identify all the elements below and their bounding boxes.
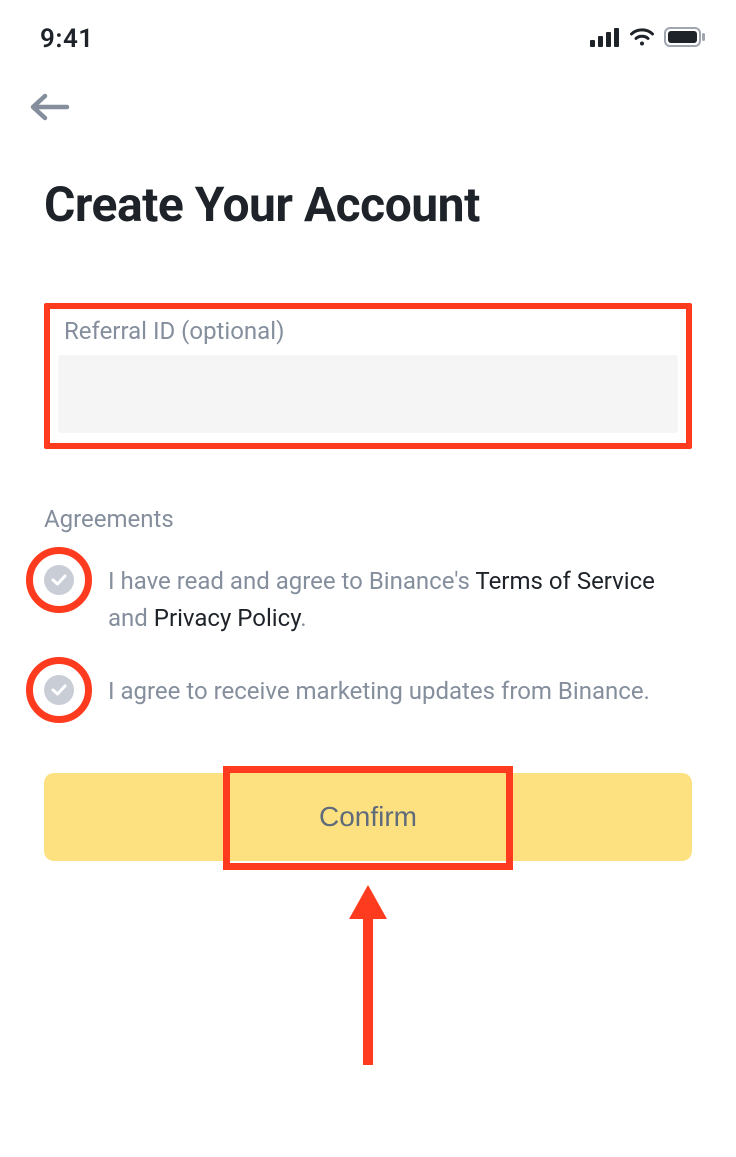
agreement-marketing-checkbox[interactable] [44, 675, 74, 705]
agreement-terms-checkbox[interactable] [44, 565, 74, 595]
privacy-policy-link[interactable]: Privacy Policy [154, 604, 301, 632]
status-icons [590, 27, 706, 51]
confirm-section: Confirm [0, 711, 736, 861]
agreement-terms-suffix: . [300, 604, 306, 632]
page-title: Create Your Account [0, 126, 736, 233]
cellular-icon [590, 27, 620, 51]
status-time: 9:41 [40, 24, 94, 54]
agreement-marketing-text: I agree to receive marketing updates fro… [94, 673, 650, 710]
back-arrow-icon[interactable] [30, 107, 70, 126]
arrow-up-icon [343, 885, 393, 1069]
confirm-button[interactable]: Confirm [44, 773, 692, 861]
agreement-row-terms: I have read and agree to Binance's Terms… [0, 533, 736, 637]
nav-back-row [0, 64, 736, 126]
battery-icon [664, 27, 706, 51]
referral-label: Referral ID (optional) [58, 317, 678, 355]
referral-section: Referral ID (optional) [44, 303, 692, 449]
agreement-terms-prefix: I have read and agree to Binance's [108, 567, 475, 595]
referral-id-input[interactable] [58, 355, 678, 433]
terms-of-service-link[interactable]: Terms of Service [475, 567, 654, 595]
agreement-row-marketing: I agree to receive marketing updates fro… [0, 637, 736, 710]
wifi-icon [628, 27, 656, 51]
agreement-terms-text: I have read and agree to Binance's Terms… [94, 563, 692, 637]
agreements-heading: Agreements [0, 449, 736, 533]
agreement-terms-mid: and [108, 604, 154, 632]
status-bar: 9:41 [0, 0, 736, 64]
